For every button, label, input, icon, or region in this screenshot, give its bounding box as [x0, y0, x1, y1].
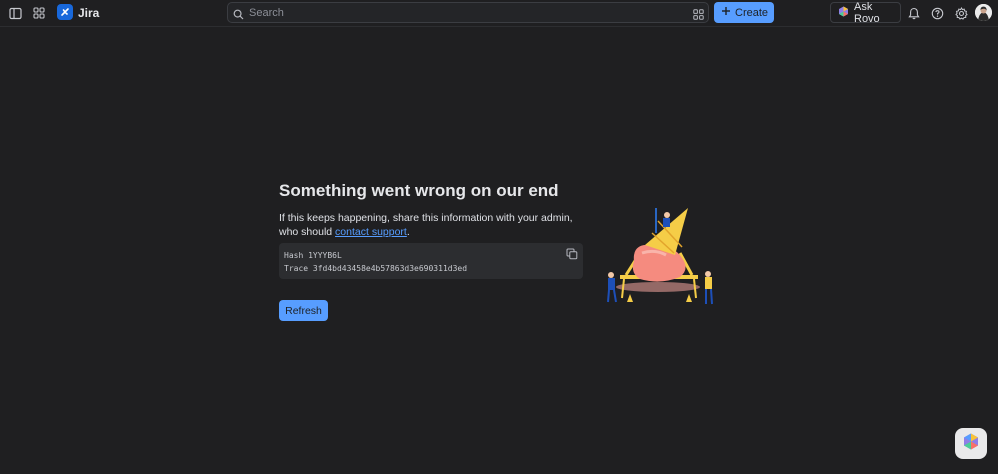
rovo-fab-icon — [963, 433, 979, 455]
avatar[interactable] — [975, 4, 992, 21]
top-navigation: Jira Search Create Ask Rovo — [0, 0, 998, 27]
rovo-chat-button[interactable] — [955, 428, 987, 459]
copy-icon[interactable] — [566, 247, 578, 260]
app-switcher-icon[interactable] — [30, 4, 48, 22]
create-label: Create — [735, 6, 769, 19]
jira-logo-icon[interactable] — [57, 4, 73, 20]
search-placeholder: Search — [249, 7, 284, 19]
rovo-icon — [838, 6, 849, 20]
ask-rovo-button[interactable]: Ask Rovo — [830, 0, 901, 25]
error-message: If this keeps happening, share this info… — [279, 211, 589, 239]
search-icon — [233, 7, 244, 25]
app-name[interactable]: Jira — [78, 6, 99, 20]
search-input[interactable]: Search — [227, 2, 709, 23]
refresh-button[interactable]: Refresh — [279, 300, 328, 321]
settings-icon[interactable] — [952, 4, 970, 22]
trace-line: Trace 3fd4bd43458e4b57863d3e690311d3ed — [284, 264, 468, 273]
rovo-label: Ask Rovo — [854, 0, 880, 25]
contact-support-link[interactable]: contact support — [335, 226, 407, 238]
create-button[interactable]: Create — [714, 2, 774, 23]
hash-line: Hash 1YYYB6L — [284, 251, 342, 260]
error-illustration — [600, 203, 725, 308]
filter-icon[interactable] — [693, 7, 704, 25]
error-message-text: If this keeps happening, share this info… — [279, 212, 573, 238]
help-icon[interactable] — [928, 4, 946, 22]
sidebar-toggle-icon[interactable] — [6, 4, 24, 22]
plus-icon — [721, 6, 731, 19]
bell-icon[interactable] — [905, 4, 923, 22]
error-title: Something went wrong on our end — [279, 181, 559, 200]
error-message-suffix: . — [406, 226, 410, 238]
error-details-box: Hash 1YYYB6L Trace 3fd4bd43458e4b57863d3… — [279, 243, 583, 279]
